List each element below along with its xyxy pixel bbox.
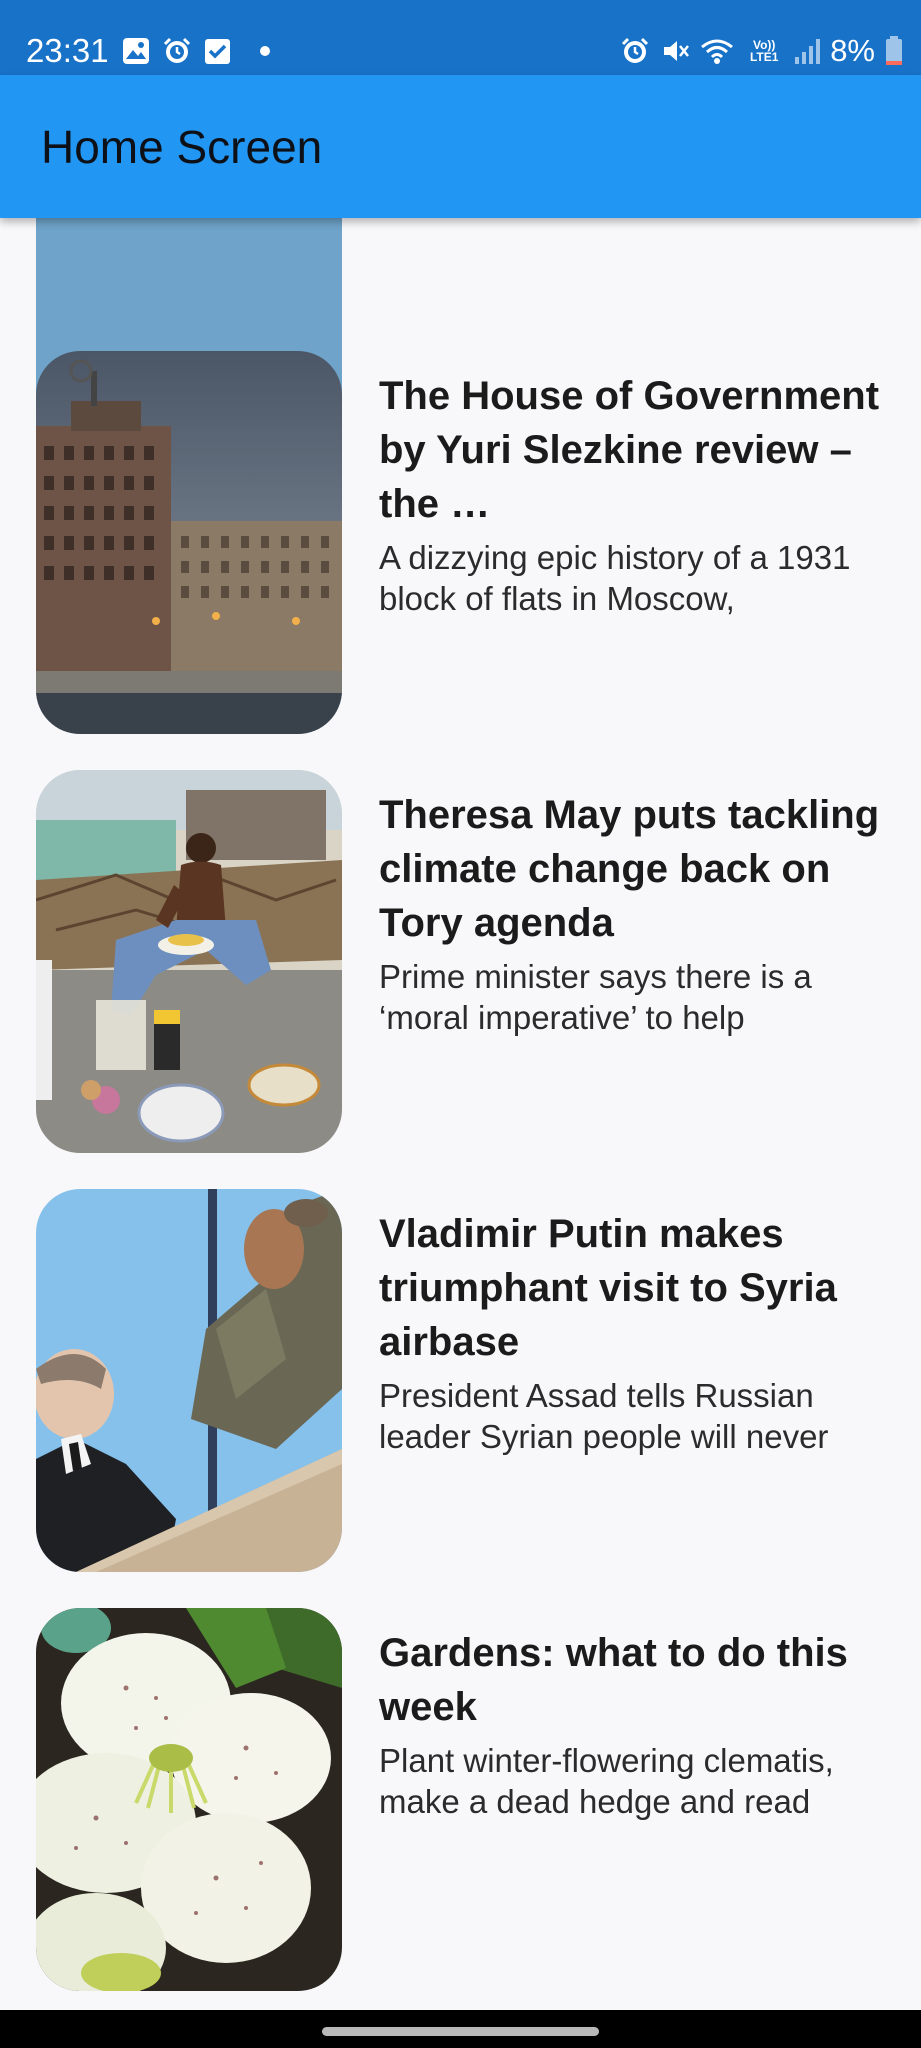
checkbox-icon [204,38,231,65]
news-title: Theresa May puts tackling climate change… [379,793,880,945]
news-description: Prime minister says there is a ‘moral im… [379,958,812,1036]
wifi-icon [700,37,734,65]
news-description: Plant winter-flowering clematis, make a … [379,1742,834,1820]
status-bar: 23:31 Vo)) LTE1 8% [0,0,921,75]
battery-icon [885,36,903,66]
news-title: Vladimir Putin makes triumphant visit to… [379,1212,837,1364]
news-thumbnail [36,351,342,734]
news-thumbnail [36,770,342,1153]
mute-icon [660,36,690,66]
navigation-bar [0,2010,921,2048]
status-right-icons: Vo)) LTE1 8% [620,34,903,68]
alarm-icon [620,36,650,66]
lte-icon: Vo)) LTE1 [749,38,779,64]
signal-icon [794,37,821,65]
news-thumbnail [36,1189,342,1572]
news-list[interactable]: The House of Government by Yuri Slezkine… [0,218,921,2010]
news-title: Gardens: what to do this week [379,1631,848,1729]
status-time: 23:31 [26,32,109,69]
news-item[interactable]: Theresa May puts tackling climate change… [0,770,921,1153]
news-item[interactable]: The House of Government by Yuri Slezkine… [0,351,921,734]
home-gesture-handle[interactable] [322,2027,599,2036]
news-description: A dizzying epic history of a 1931 block … [379,539,851,617]
news-thumbnail [36,1608,342,1991]
news-item[interactable]: Gardens: what to do this week Plant wint… [0,1608,921,1991]
gallery-icon [122,37,150,65]
page-title: Home Screen [41,121,323,173]
dot-icon [259,45,271,57]
app-bar: Home Screen [0,75,921,218]
news-description: President Assad tells Russian leader Syr… [379,1377,829,1455]
news-title: The House of Government by Yuri Slezkine… [379,374,880,526]
alarm-icon [162,36,192,66]
news-item[interactable]: Vladimir Putin makes triumphant visit to… [0,1189,921,1572]
battery-percent: 8% [830,33,875,68]
status-left-icons [122,36,271,66]
